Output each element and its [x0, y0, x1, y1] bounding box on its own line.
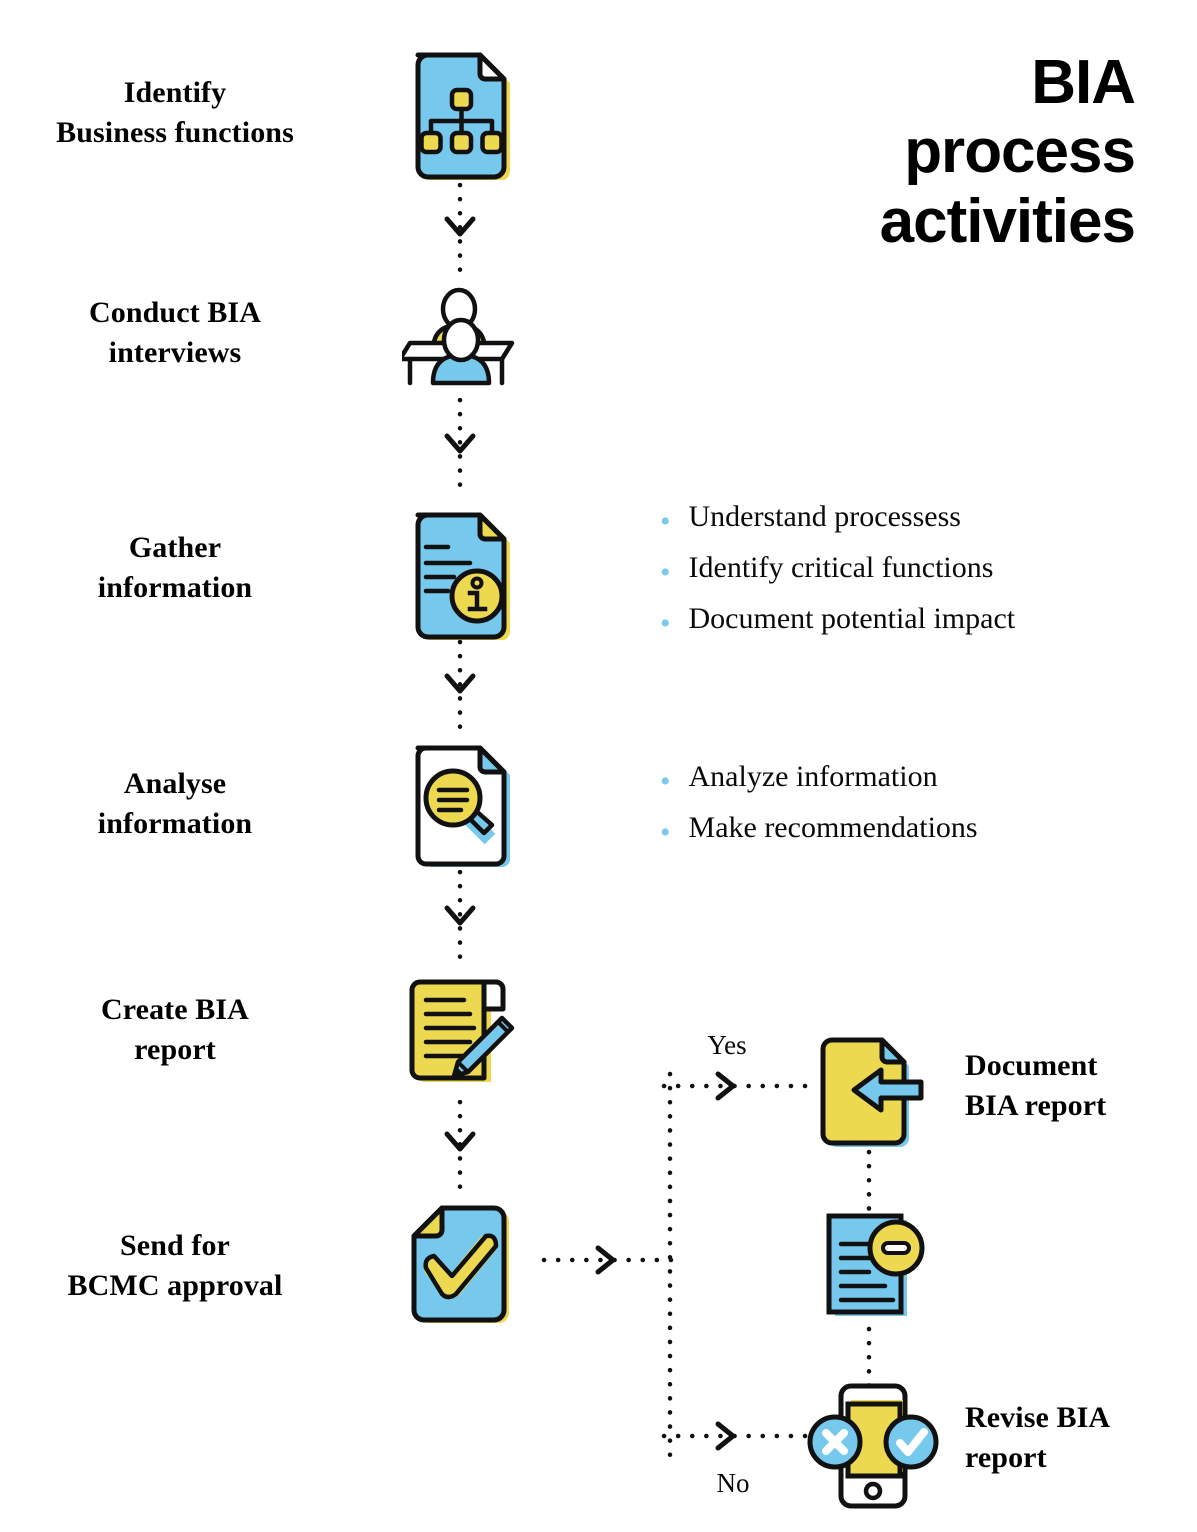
step-label-line-2: information — [97, 806, 253, 840]
document-pen-icon — [404, 970, 522, 1090]
bullet-dot-icon: • — [660, 765, 671, 798]
outcome-label-line-1: Document — [965, 1049, 1098, 1082]
document-check-icon — [404, 1200, 519, 1330]
connector-step2-step3 — [440, 397, 480, 508]
document-info-icon — [404, 505, 519, 640]
diagram-canvas: BIA process activities Identify Business… — [0, 0, 1197, 1532]
branch-label-yes: Yes — [707, 1030, 747, 1060]
outcome-label-line-1: Revise BIA — [965, 1401, 1111, 1434]
step-label-line-2: report — [134, 1032, 216, 1066]
list-item: • Identify critical functions — [660, 551, 1015, 588]
step-label-create-bia-report: Create BIA report — [10, 990, 340, 1070]
phone-approve-reject-icon — [805, 1378, 955, 1523]
document-arrow-in-icon — [818, 1032, 943, 1152]
list-item: • Document potential impact — [660, 602, 1015, 639]
connector-step5-step6 — [440, 1099, 480, 1205]
step-label-line-1: Create BIA — [101, 993, 249, 1026]
document-magnifier-icon — [404, 740, 519, 870]
interview-people-icon — [402, 283, 520, 388]
step-label-line-2: Business functions — [56, 115, 294, 149]
bullet-label: Document potential impact — [688, 602, 1016, 635]
step-label-gather-information: Gather information — [10, 528, 340, 608]
bullet-label: Analyze information — [688, 760, 938, 793]
step-label-conduct-bia-interviews: Conduct BIA interviews — [10, 293, 340, 373]
step-label-line-2: BCMC approval — [67, 1268, 283, 1302]
step-label-send-for-bcmc-approval: Send for BCMC approval — [10, 1226, 340, 1306]
step-label-line-2: interviews — [108, 335, 242, 369]
connector-step3-step4 — [440, 639, 480, 745]
title-line-2: process — [904, 117, 1136, 187]
document-minus-icon — [815, 1208, 935, 1323]
outcome-label-document-bia-report: Document BIA report — [965, 1046, 1195, 1126]
outcome-label-line-2: report — [965, 1440, 1047, 1474]
list-item: • Analyze information — [660, 760, 978, 797]
bullet-dot-icon: • — [660, 607, 671, 640]
bullet-dot-icon: • — [660, 816, 671, 849]
title-line-3: activities — [879, 186, 1136, 256]
connector-no-branch — [660, 1418, 820, 1459]
analyse-information-bullets: • Analyze information • Make recommendat… — [660, 760, 978, 862]
bullet-dot-icon: • — [660, 556, 671, 589]
connector-step4-step5 — [440, 869, 480, 980]
step-label-identify-business-functions: Identify Business functions — [10, 73, 340, 153]
step-label-line-1: Gather — [128, 531, 222, 564]
connector-step1-step2 — [440, 182, 480, 288]
list-item: • Make recommendations — [660, 811, 978, 848]
step-label-analyse-information: Analyse information — [10, 764, 340, 844]
document-orgchart-icon — [404, 45, 519, 180]
step-label-line-1: Identify — [123, 76, 227, 109]
page-title: BIA process activities — [715, 48, 1136, 256]
step-label-line-1: Analyse — [123, 767, 227, 800]
step-label-line-2: information — [97, 570, 253, 604]
step-label-line-1: Send for — [120, 1229, 230, 1262]
title-line-1: BIA — [1031, 48, 1136, 117]
bullet-label: Understand processess — [688, 500, 961, 533]
connector-yes-branch — [660, 1068, 820, 1109]
connector-branch-spine — [657, 1070, 683, 1475]
gather-information-bullets: • Understand processess • Identify criti… — [660, 500, 1015, 653]
outcome-label-line-2: BIA report — [965, 1088, 1107, 1122]
bullet-dot-icon: • — [660, 505, 671, 538]
outcome-label-revise-bia-report: Revise BIA report — [965, 1398, 1195, 1478]
branch-label-no: No — [716, 1468, 750, 1498]
bullet-label: Make recommendations — [688, 811, 978, 844]
bullet-label: Identify critical functions — [688, 551, 994, 584]
list-item: • Understand processess — [660, 500, 1015, 537]
step-label-line-1: Conduct BIA — [89, 296, 261, 329]
